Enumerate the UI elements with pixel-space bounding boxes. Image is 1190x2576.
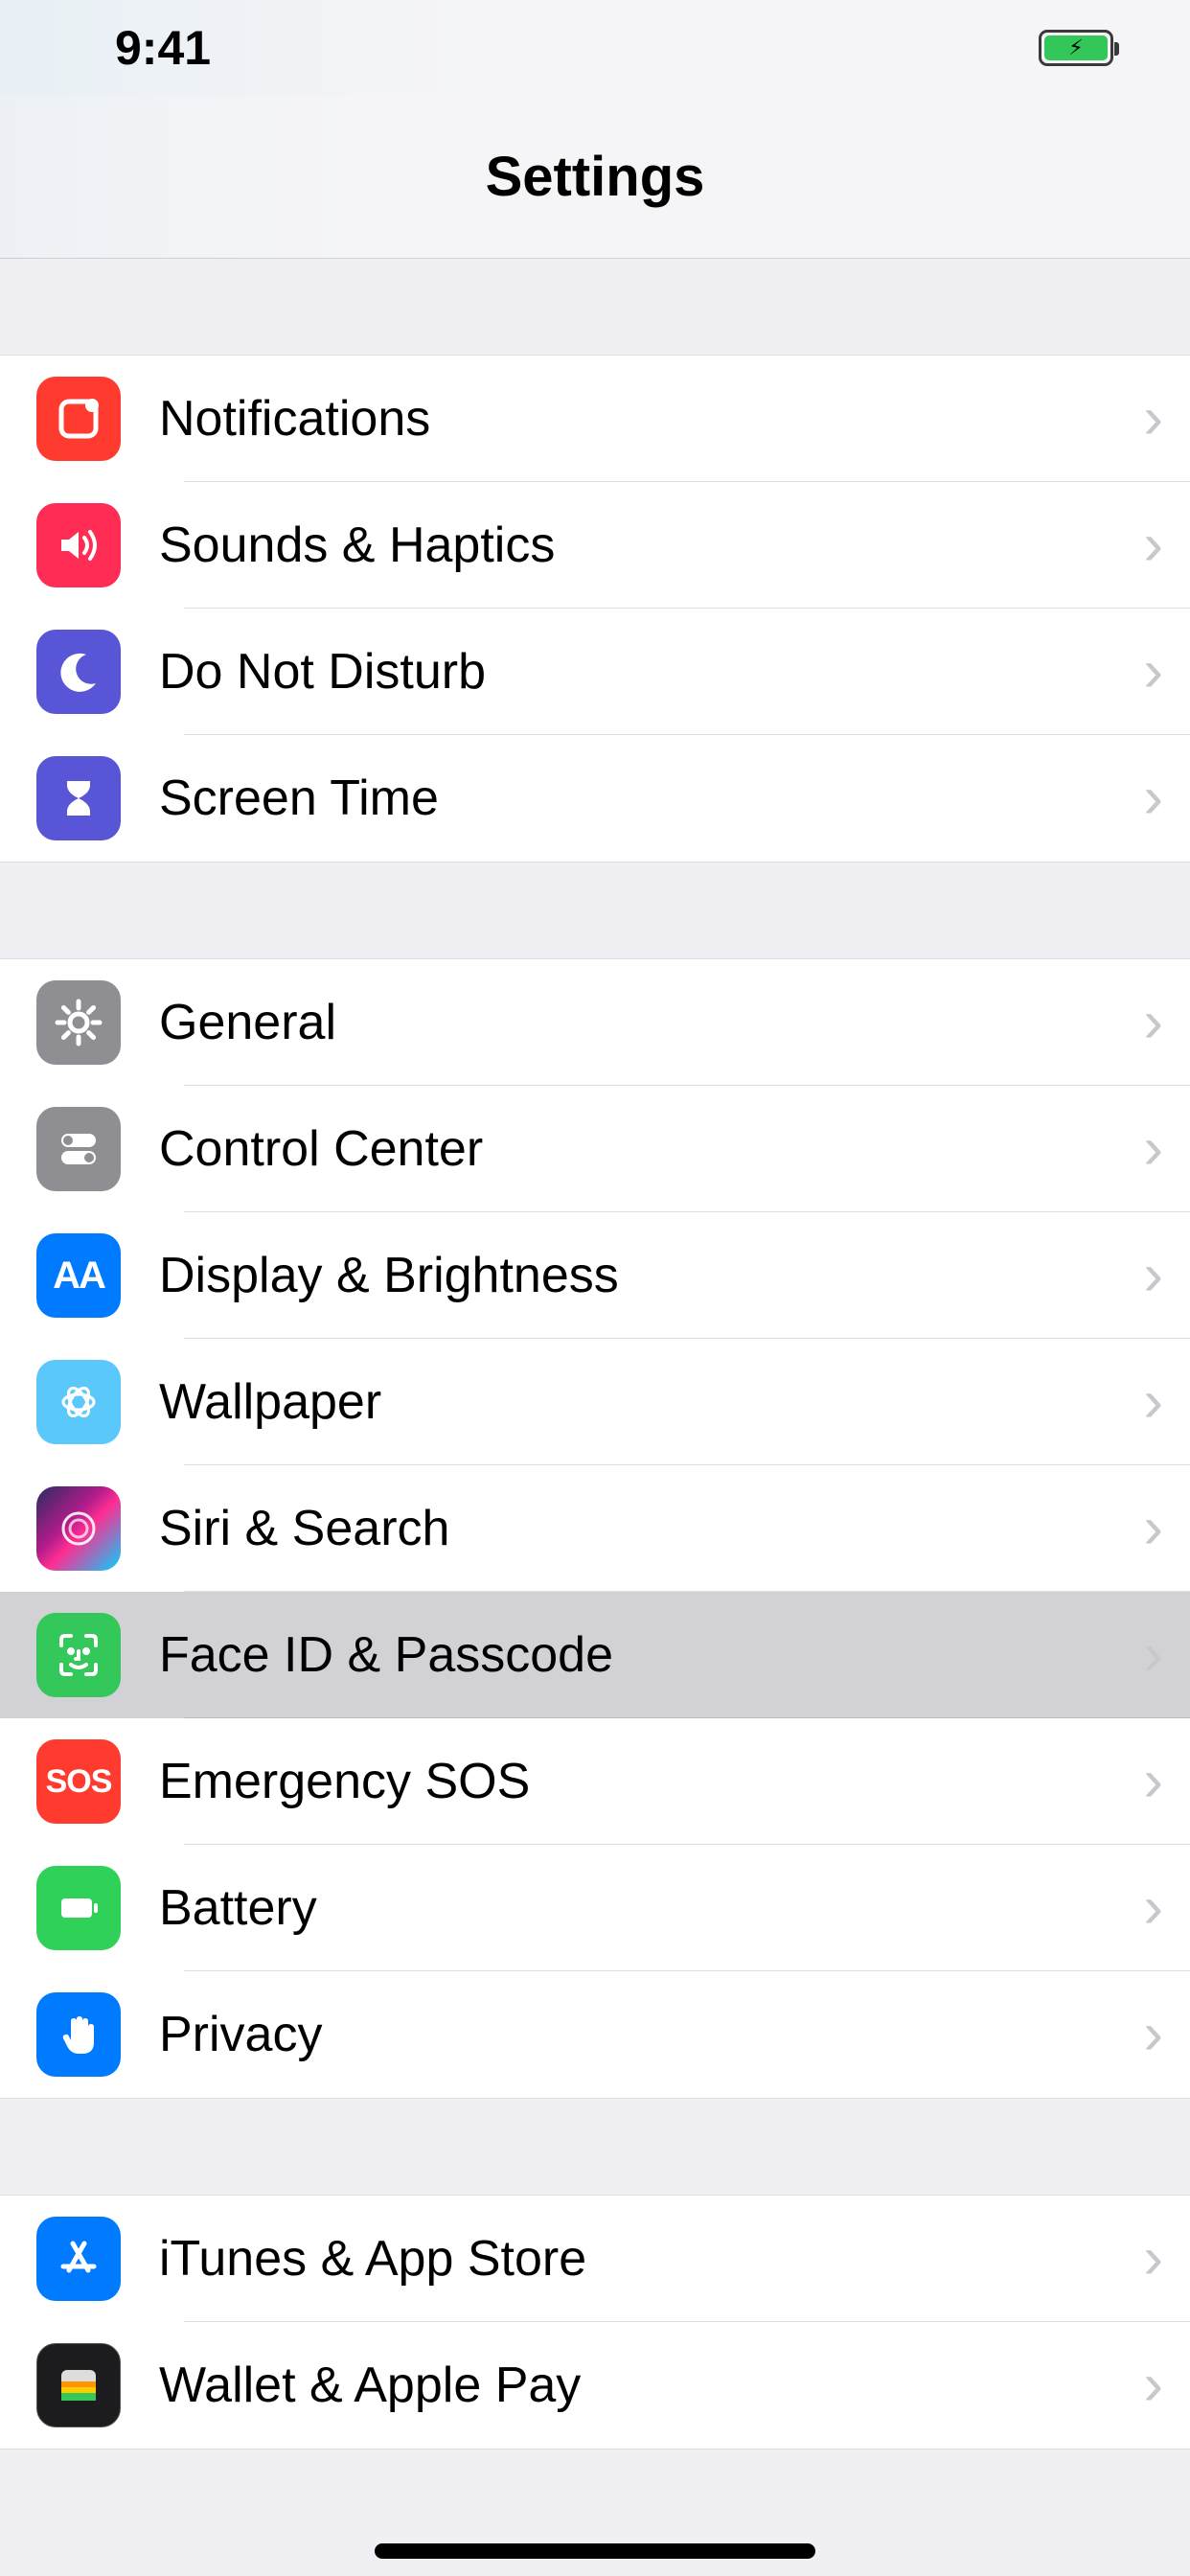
section-gap: [0, 2099, 1190, 2195]
sos-icon: SOS: [36, 1739, 121, 1824]
settings-row-screentime[interactable]: Screen Time›: [0, 735, 1190, 862]
settings-row-general[interactable]: General›: [0, 959, 1190, 1086]
row-label: Sounds & Haptics: [159, 517, 1143, 574]
chevron-right-icon: ›: [1143, 2229, 1163, 2288]
charging-bolt-icon: ⚡︎: [1068, 37, 1083, 58]
row-label: Display & Brightness: [159, 1247, 1143, 1304]
row-label: Control Center: [159, 1120, 1143, 1178]
gear-icon: [36, 980, 121, 1065]
settings-row-notifications[interactable]: Notifications›: [0, 356, 1190, 482]
settings-group: General›Control Center›AADisplay & Brigh…: [0, 958, 1190, 2099]
notification-icon: [36, 377, 121, 461]
battery-indicator-icon: ⚡︎: [1039, 30, 1113, 66]
hourglass-icon: [36, 756, 121, 840]
chevron-right-icon: ›: [1143, 2356, 1163, 2415]
row-label: Notifications: [159, 390, 1143, 448]
chevron-right-icon: ›: [1143, 1119, 1163, 1179]
settings-row-display[interactable]: AA Display & Brightness›: [0, 1212, 1190, 1339]
row-label: Siri & Search: [159, 1500, 1143, 1557]
chevron-right-icon: ›: [1143, 1372, 1163, 1432]
chevron-right-icon: ›: [1143, 993, 1163, 1052]
row-label: General: [159, 994, 1143, 1051]
battery-icon: [36, 1866, 121, 1950]
settings-screen: 9:41 ⚡︎ Settings Notifications›Sounds & …: [0, 0, 1190, 2576]
chevron-right-icon: ›: [1143, 389, 1163, 448]
chevron-right-icon: ›: [1143, 1625, 1163, 1685]
section-gap: [0, 259, 1190, 355]
settings-group: iTunes & App Store›Wallet & Apple Pay›: [0, 2195, 1190, 2450]
row-label: Emergency SOS: [159, 1753, 1143, 1810]
wallet-icon: [36, 2343, 121, 2427]
moon-icon: [36, 630, 121, 714]
settings-row-control-center[interactable]: Control Center›: [0, 1086, 1190, 1212]
row-label: Wallpaper: [159, 1373, 1143, 1431]
row-label: iTunes & App Store: [159, 2230, 1143, 2288]
section-gap: [0, 862, 1190, 958]
chevron-right-icon: ›: [1143, 1878, 1163, 1938]
toggles-icon: [36, 1107, 121, 1191]
speaker-icon: [36, 503, 121, 587]
chevron-right-icon: ›: [1143, 1246, 1163, 1305]
settings-row-dnd[interactable]: Do Not Disturb›: [0, 609, 1190, 735]
chevron-right-icon: ›: [1143, 2005, 1163, 2064]
settings-row-sounds[interactable]: Sounds & Haptics›: [0, 482, 1190, 609]
chevron-right-icon: ›: [1143, 1752, 1163, 1811]
home-indicator[interactable]: [375, 2543, 815, 2559]
status-time: 9:41: [115, 20, 211, 76]
row-label: Wallet & Apple Pay: [159, 2357, 1143, 2414]
row-label: Privacy: [159, 2006, 1143, 2063]
status-bar: 9:41 ⚡︎: [0, 0, 1190, 96]
row-label: Screen Time: [159, 770, 1143, 827]
hand-icon: [36, 1992, 121, 2077]
settings-group: Notifications›Sounds & Haptics›Do Not Di…: [0, 355, 1190, 862]
settings-row-wallet[interactable]: Wallet & Apple Pay›: [0, 2322, 1190, 2449]
row-label: Face ID & Passcode: [159, 1626, 1143, 1684]
faceid-icon: [36, 1613, 121, 1697]
row-label: Battery: [159, 1879, 1143, 1937]
settings-row-wallpaper[interactable]: Wallpaper›: [0, 1339, 1190, 1465]
chevron-right-icon: ›: [1143, 1499, 1163, 1558]
settings-row-faceid[interactable]: Face ID & Passcode›: [0, 1592, 1190, 1718]
settings-row-itunes[interactable]: iTunes & App Store›: [0, 2196, 1190, 2322]
chevron-right-icon: ›: [1143, 769, 1163, 828]
chevron-right-icon: ›: [1143, 516, 1163, 575]
settings-row-siri[interactable]: Siri & Search›: [0, 1465, 1190, 1592]
settings-row-privacy[interactable]: Privacy›: [0, 1971, 1190, 2098]
appstore-icon: [36, 2217, 121, 2301]
nav-bar: Settings: [0, 96, 1190, 259]
brightness-icon: AA: [36, 1233, 121, 1318]
chevron-right-icon: ›: [1143, 642, 1163, 702]
settings-row-sos[interactable]: SOS Emergency SOS›: [0, 1718, 1190, 1845]
battery-fill: ⚡︎: [1044, 35, 1108, 60]
siri-icon: [36, 1486, 121, 1571]
page-title: Settings: [486, 145, 705, 209]
flower-icon: [36, 1360, 121, 1444]
row-label: Do Not Disturb: [159, 643, 1143, 701]
settings-row-battery[interactable]: Battery›: [0, 1845, 1190, 1971]
